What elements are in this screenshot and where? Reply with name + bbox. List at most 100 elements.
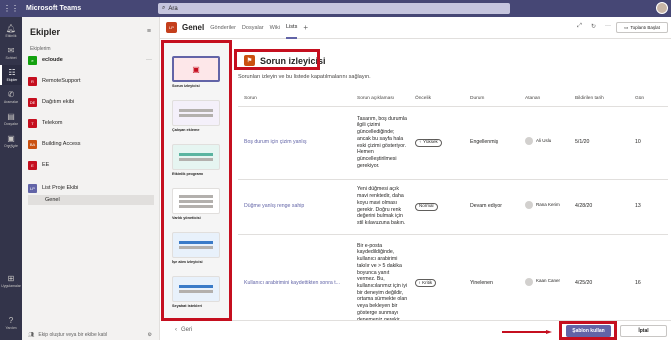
- files-icon: ▤: [7, 111, 15, 121]
- add-tab-icon[interactable]: +: [303, 23, 308, 32]
- meet-now-button[interactable]: ▭ Toplantı Başlat: [616, 22, 668, 33]
- preview-description: Sorunları izleyin ve bu listede kapatılm…: [238, 74, 371, 80]
- back-button[interactable]: ‹ Geri: [175, 327, 192, 333]
- rail-item-apps[interactable]: ⊞ Uygulamalar: [0, 271, 22, 291]
- join-create-team[interactable]: 👥︎ Ekip oluştur veya bir ekibe katıl ⚙: [28, 332, 154, 338]
- issue-cell: Boş durum için çizim yanlış: [238, 106, 351, 180]
- bell-icon: 🔔︎: [5, 23, 17, 33]
- arrow-annotation-icon: [502, 330, 552, 334]
- help-icon: ?: [8, 315, 14, 325]
- days-cell: 10: [629, 106, 668, 180]
- more-icon[interactable]: ···: [146, 57, 152, 63]
- expand-icon[interactable]: ⤢: [577, 23, 582, 30]
- tab-posts[interactable]: Gönderiler: [210, 17, 236, 39]
- issue-cell: Düğme yanlış renge sahip: [238, 179, 351, 235]
- date-cell: 4/28/20: [569, 179, 629, 235]
- description-cell: Yeni düğmesi açık mavi renktedir, daha k…: [351, 179, 409, 235]
- team-item[interactable]: e ecloude ···: [28, 53, 154, 67]
- highlight-box: [161, 40, 232, 321]
- alert-icon: !: [419, 279, 421, 285]
- teams-panel: Ekipler ≡ Ekiplerim e ecloude ··· R Remo…: [22, 17, 160, 340]
- gear-icon[interactable]: ⚙: [148, 332, 152, 338]
- header-icons: ⤢ ↻ ···: [577, 23, 611, 30]
- avatar: [525, 201, 533, 210]
- filter-icon[interactable]: ≡: [147, 28, 151, 35]
- team-item[interactable]: R RemoteSupport: [28, 74, 154, 88]
- team-avatar: R: [28, 76, 37, 86]
- rail-item-activity[interactable]: 🔔︎ Etkinlik: [0, 21, 22, 41]
- date-cell: 5/1/20: [569, 106, 629, 180]
- channel-item-genel[interactable]: Genel: [28, 195, 154, 205]
- status-cell: Engellenmiş: [464, 106, 519, 180]
- refresh-icon[interactable]: ↻: [591, 23, 596, 30]
- column-header: Sorun açıklaması: [351, 92, 409, 107]
- team-name: Building Access: [42, 141, 81, 147]
- table-header-row: Sorun Sorun açıklaması Öncelik Durum Ata…: [238, 92, 668, 107]
- priority-cell: ! Kritik: [409, 234, 464, 333]
- description-cell: Bir e-posta kaydedildiğinde, kullanıcı a…: [351, 234, 409, 333]
- priority-cell: ↑ Yüksek: [409, 106, 464, 180]
- chevron-left-icon: ‹: [175, 327, 177, 333]
- channel-header: LP Genel Gönderiler Dosyalar Wiki Lists …: [160, 17, 671, 39]
- channel-logo: LP: [166, 22, 177, 33]
- status-cell: Devam ediyor: [464, 179, 519, 235]
- rail-item-chat[interactable]: ✉ Sohbet: [0, 43, 22, 63]
- tab-wiki[interactable]: Wiki: [270, 17, 280, 39]
- rail-more-icon[interactable]: ···: [0, 141, 22, 155]
- rail-item-files[interactable]: ▤ Dosyalar: [0, 109, 22, 129]
- teams-panel-title: Ekipler: [30, 27, 61, 37]
- assignee: Ali Uslu: [525, 137, 551, 146]
- avatar: [525, 137, 533, 146]
- title-bar: ⋮⋮ Microsoft Teams ⌕ Ara: [0, 0, 671, 17]
- days-cell: 16: [629, 234, 668, 333]
- highlight-box: [559, 321, 617, 340]
- search-input[interactable]: ⌕ Ara: [158, 3, 510, 14]
- assignee: Rana Kerim: [525, 201, 560, 210]
- template-dialog: ▣ Sorun izleyicisi Çalışan ekleme Etkinl…: [161, 40, 671, 340]
- team-item[interactable]: DE Dağıtım ekibi: [28, 95, 154, 109]
- table-row: Kullanıcı arabirimini kaydettikten sonra…: [238, 234, 668, 333]
- chat-icon: ✉: [7, 45, 15, 55]
- column-header: Durum: [464, 92, 519, 107]
- teams-icon: ☷: [8, 67, 16, 77]
- cancel-button[interactable]: İptal: [620, 325, 667, 337]
- description-cell: Tasarım, boş durumla ilgili çizimi günce…: [351, 106, 409, 180]
- team-item[interactable]: T Telekom: [28, 116, 154, 130]
- app-launcher-icon[interactable]: ⋮⋮: [0, 0, 22, 17]
- assignee-cell: Rana Kerim: [519, 179, 569, 235]
- table-row: Düğme yanlış renge sahip Yeni düğmesi aç…: [238, 179, 668, 235]
- column-header: Sorun: [238, 92, 351, 107]
- assignee-cell: Ali Uslu: [519, 106, 569, 180]
- avatar: [525, 277, 533, 286]
- days-cell: 13: [629, 179, 668, 235]
- app-rail: 🔔︎ Etkinlik ✉ Sohbet ☷ Ekipler ✆ Aramala…: [0, 17, 22, 340]
- team-avatar: LP: [28, 183, 37, 193]
- team-item[interactable]: LP List Proje Ekibi: [28, 181, 154, 195]
- priority-badge: ! Kritik: [415, 279, 437, 287]
- column-header: Gün: [629, 92, 668, 107]
- priority-badge: Normal: [415, 202, 438, 211]
- team-avatar: E: [28, 160, 37, 170]
- section-label: Ekiplerim: [30, 46, 51, 52]
- calls-icon: ✆: [7, 89, 15, 99]
- team-avatar: e: [28, 55, 37, 65]
- avatar[interactable]: [656, 2, 668, 14]
- date-cell: 4/25/20: [569, 234, 629, 333]
- team-item[interactable]: E EE: [28, 158, 154, 172]
- template-preview: ⚑ Sorun izleyicisi Sorunları izleyin ve …: [236, 50, 668, 333]
- team-item[interactable]: BA Building Access: [28, 137, 154, 151]
- team-name: RemoteSupport: [42, 78, 81, 84]
- team-avatar: BA: [28, 139, 37, 149]
- rail-item-teams[interactable]: ☷ Ekipler: [0, 65, 22, 85]
- tab-lists[interactable]: Lists: [286, 17, 298, 39]
- rail-item-help[interactable]: ? Yardım: [0, 313, 22, 333]
- team-avatar: T: [28, 118, 37, 128]
- channel-title: Genel: [182, 23, 205, 32]
- team-name: Telekom: [42, 120, 63, 126]
- rail-item-calls[interactable]: ✆ Aramalar: [0, 87, 22, 107]
- status-cell: Yinelenen: [464, 234, 519, 333]
- more-icon[interactable]: ···: [605, 23, 611, 30]
- search-icon: ⌕: [162, 5, 166, 11]
- tab-files[interactable]: Dosyalar: [242, 17, 264, 39]
- assignee-cell: Kaan Caner: [519, 234, 569, 333]
